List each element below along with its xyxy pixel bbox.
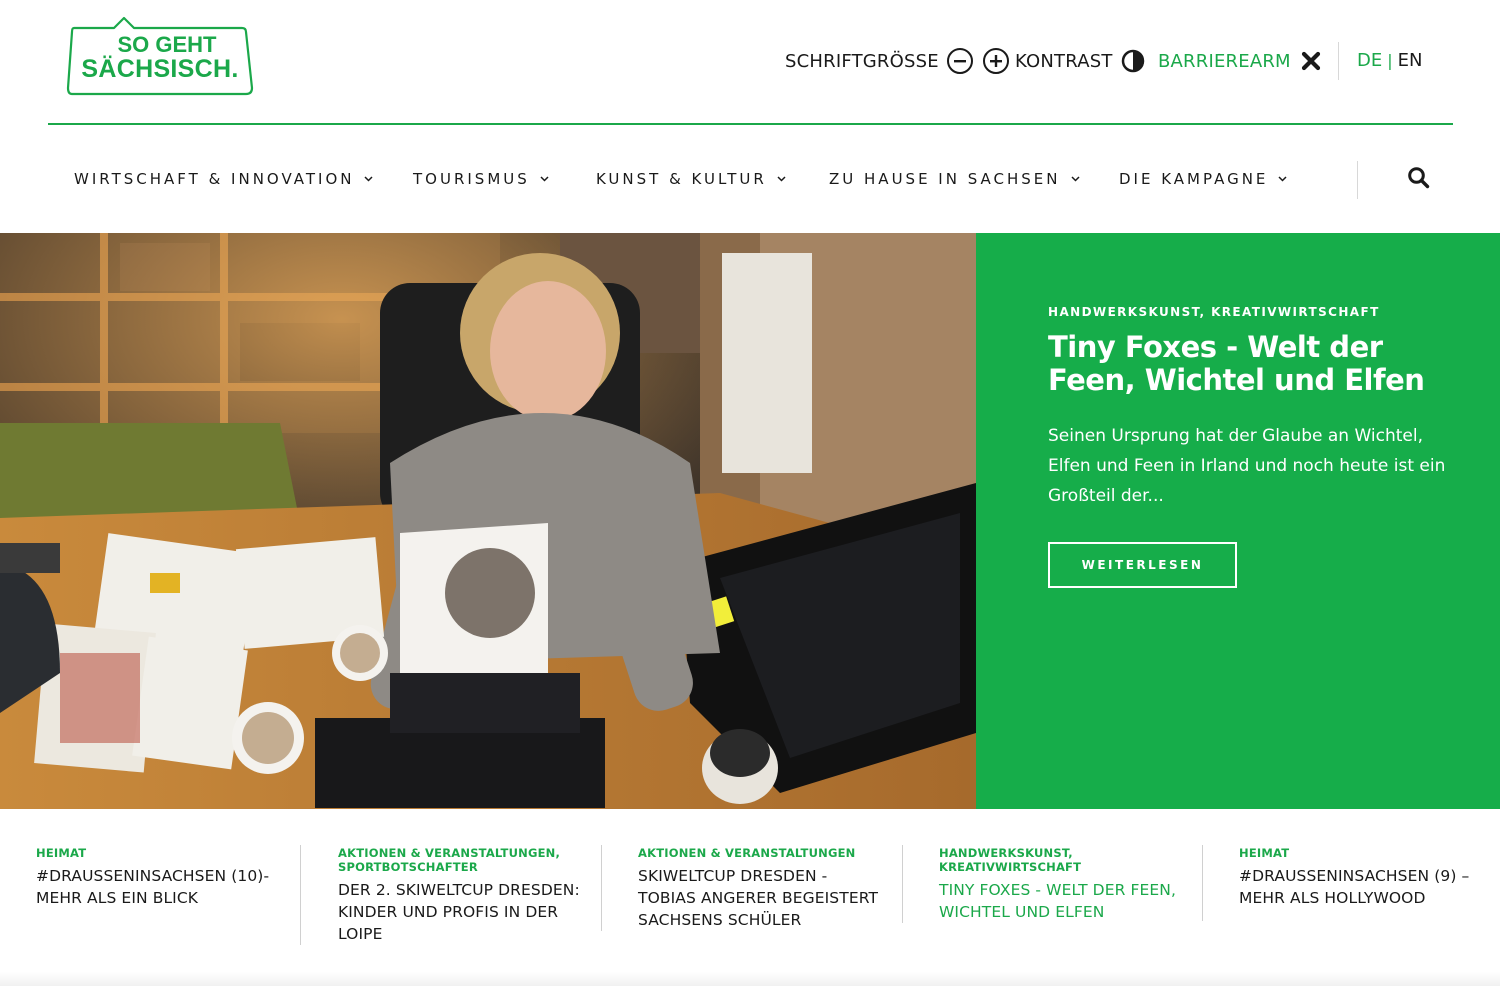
hero-photo-illustration bbox=[0, 233, 976, 809]
nav-divider bbox=[1357, 161, 1358, 199]
teaser-title[interactable]: DER 2. SKIWELTCUP DRESDEN: KINDER UND PR… bbox=[338, 879, 588, 945]
teaser-item[interactable]: HEIMAT #DRAUSSENINSACHSEN (10)- MEHR ALS… bbox=[36, 846, 286, 909]
teaser-item[interactable]: AKTIONEN & VERANSTALTUNGEN, SPORTBOTSCHA… bbox=[338, 846, 588, 945]
header-divider bbox=[1338, 42, 1339, 80]
teaser-row: HEIMAT #DRAUSSENINSACHSEN (10)- MEHR ALS… bbox=[0, 809, 1500, 986]
teaser-item-active[interactable]: HANDWERKSKUNST, KREATIVWIRTSCHAFT TINY F… bbox=[939, 846, 1189, 923]
nav-item-kampagne[interactable]: DIE KAMPAGNE bbox=[1119, 170, 1287, 188]
teaser-category[interactable]: HANDWERKSKUNST, KREATIVWIRTSCHAFT bbox=[939, 846, 1139, 874]
nav-item-label: KUNST & KULTUR bbox=[596, 170, 767, 188]
logo-line-2: SÄCHSISCH. bbox=[81, 55, 239, 83]
contrast-toggle[interactable]: KONTRAST bbox=[1015, 44, 1145, 78]
hero-category[interactable]: HANDWERKSKUNST, KREATIVWIRTSCHAFT bbox=[1048, 305, 1380, 319]
teaser-title[interactable]: TINY FOXES - WELT DER FEEN, WICHTEL UND … bbox=[939, 879, 1189, 923]
teaser-divider bbox=[902, 845, 903, 923]
language-switcher: DE | EN bbox=[1357, 50, 1422, 71]
hero-title[interactable]: Tiny Foxes - Welt der Feen, Wichtel und … bbox=[1048, 331, 1468, 397]
teaser-category[interactable]: AKTIONEN & VERANSTALTUNGEN bbox=[638, 846, 888, 860]
hero-feature-panel: HANDWERKSKUNST, KREATIVWIRTSCHAFT Tiny F… bbox=[976, 233, 1500, 809]
minus-icon bbox=[953, 60, 966, 63]
nav-item-label: DIE KAMPAGNE bbox=[1119, 170, 1269, 188]
teaser-category[interactable]: AKTIONEN & VERANSTALTUNGEN, SPORTBOTSCHA… bbox=[338, 846, 588, 874]
chevron-down-icon bbox=[1070, 176, 1080, 182]
nav-item-wirtschaft[interactable]: WIRTSCHAFT & INNOVATION bbox=[74, 170, 373, 188]
plus-icon bbox=[989, 55, 1002, 67]
teaser-title[interactable]: SKIWELTCUP DRESDEN - TOBIAS ANGERER BEGE… bbox=[638, 865, 888, 931]
teaser-title[interactable]: #DRAUSSENINSACHSEN (10)- MEHR ALS EIN BL… bbox=[36, 865, 286, 909]
hero-teaser-text: Seinen Ursprung hat der Glaube an Wichte… bbox=[1048, 426, 1446, 506]
close-icon bbox=[1301, 51, 1320, 71]
search-button[interactable] bbox=[1406, 165, 1432, 191]
language-en[interactable]: EN bbox=[1398, 50, 1423, 71]
search-icon bbox=[1408, 167, 1430, 189]
teaser-item[interactable]: HEIMAT #DRAUSSENINSACHSEN (9) – MEHR ALS… bbox=[1239, 846, 1489, 909]
hero-photo bbox=[0, 233, 976, 809]
teaser-divider bbox=[300, 845, 301, 945]
contrast-icon bbox=[1121, 49, 1144, 73]
teaser-category[interactable]: HEIMAT bbox=[36, 846, 286, 860]
decrease-font-button[interactable] bbox=[946, 48, 973, 74]
teaser-divider bbox=[1202, 845, 1203, 921]
chevron-down-icon bbox=[777, 176, 786, 182]
nav-item-zu-hause[interactable]: ZU HAUSE IN SACHSEN bbox=[829, 170, 1080, 188]
language-separator: | bbox=[1387, 51, 1393, 70]
nav-item-tourismus[interactable]: TOURISMUS bbox=[413, 170, 549, 188]
contrast-label: KONTRAST bbox=[1015, 50, 1113, 72]
read-more-button[interactable]: WEITERLESEN bbox=[1048, 542, 1237, 588]
page-bottom-edge bbox=[0, 972, 1500, 986]
teaser-title[interactable]: #DRAUSSENINSACHSEN (9) – MEHR ALS HOLLYW… bbox=[1239, 865, 1489, 909]
logo-wordmark: SO GEHT SÄCHSISCH. bbox=[66, 34, 254, 82]
hero-section: HANDWERKSKUNST, KREATIVWIRTSCHAFT Tiny F… bbox=[0, 233, 1500, 809]
low-barrier-toggle[interactable]: BARRIEREARM bbox=[1158, 44, 1321, 78]
site-header: SO GEHT SÄCHSISCH. SCHRIFTGRÖSSE KONTRAS… bbox=[0, 0, 1500, 125]
nav-item-label: TOURISMUS bbox=[413, 170, 530, 188]
chevron-down-icon bbox=[364, 176, 373, 182]
low-barrier-label: BARRIEREARM bbox=[1158, 50, 1291, 72]
chevron-down-icon bbox=[1278, 176, 1287, 182]
logo-line-1: SO GEHT bbox=[117, 32, 217, 57]
site-logo[interactable]: SO GEHT SÄCHSISCH. bbox=[66, 16, 254, 96]
font-size-label: SCHRIFTGRÖSSE bbox=[785, 50, 939, 72]
font-size-control: SCHRIFTGRÖSSE bbox=[785, 44, 1009, 78]
increase-font-button[interactable] bbox=[982, 48, 1009, 74]
teaser-divider bbox=[601, 845, 602, 931]
nav-item-label: WIRTSCHAFT & INNOVATION bbox=[74, 170, 355, 188]
main-navigation: WIRTSCHAFT & INNOVATION TOURISMUS KUNST … bbox=[0, 125, 1500, 233]
chevron-down-icon bbox=[540, 176, 549, 182]
nav-item-label: ZU HAUSE IN SACHSEN bbox=[829, 170, 1061, 188]
nav-item-kunst-kultur[interactable]: KUNST & KULTUR bbox=[596, 170, 786, 188]
language-de[interactable]: DE bbox=[1357, 50, 1382, 71]
teaser-category[interactable]: HEIMAT bbox=[1239, 846, 1489, 860]
teaser-item[interactable]: AKTIONEN & VERANSTALTUNGEN SKIWELTCUP DR… bbox=[638, 846, 888, 931]
